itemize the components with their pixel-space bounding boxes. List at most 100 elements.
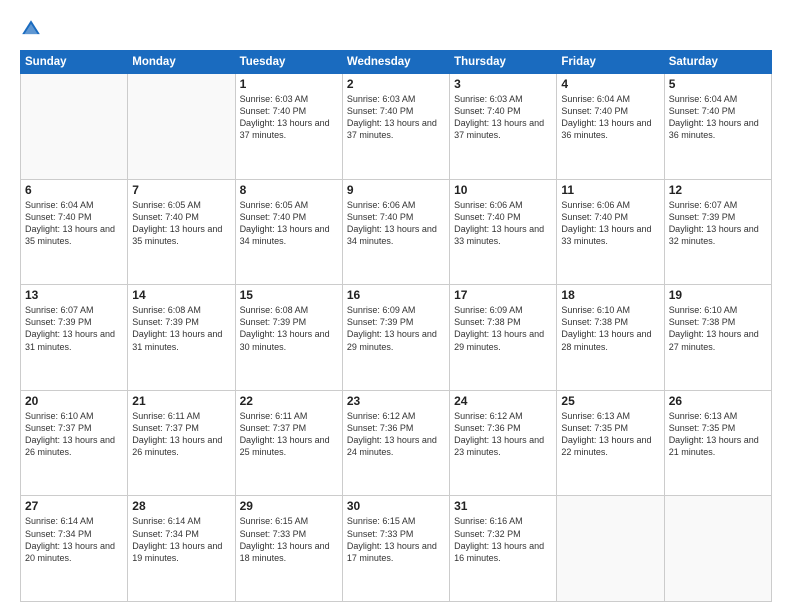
calendar-header-thursday: Thursday xyxy=(450,51,557,74)
calendar-day-5: 5Sunrise: 6:04 AM Sunset: 7:40 PM Daylig… xyxy=(664,74,771,180)
calendar-day-26: 26Sunrise: 6:13 AM Sunset: 7:35 PM Dayli… xyxy=(664,390,771,496)
day-info: Sunrise: 6:11 AM Sunset: 7:37 PM Dayligh… xyxy=(132,410,230,459)
day-info: Sunrise: 6:11 AM Sunset: 7:37 PM Dayligh… xyxy=(240,410,338,459)
day-number: 27 xyxy=(25,499,123,513)
calendar-day-24: 24 Sunrise: 6:12 AM Sunset: 7:36 PM Dayli… xyxy=(450,390,557,496)
calendar-day-28: 28 Sunrise: 6:14 AM Sunset: 7:34 PM Dayli… xyxy=(128,496,235,602)
day-info: Sunrise: 6:03 AM Sunset: 7:40 PM Dayligh… xyxy=(454,93,552,142)
day-number: 18 xyxy=(561,288,659,302)
day-info: Sunrise: 6:08 AM Sunset: 7:39 PM Dayligh… xyxy=(132,304,230,353)
calendar-day-9: 9Sunrise: 6:06 AM Sunset: 7:40 PM Daylig… xyxy=(342,179,449,285)
calendar-empty-cell xyxy=(664,496,771,602)
calendar-header-friday: Friday xyxy=(557,51,664,74)
day-number: 26 xyxy=(669,394,767,408)
calendar-day-22: 22 Sunrise: 6:11 AM Sunset: 7:37 PM Dayli… xyxy=(235,390,342,496)
day-number: 31 xyxy=(454,499,552,513)
calendar-day-7: 7 Sunrise: 6:05 AM Sunset: 7:40 PM Daylig… xyxy=(128,179,235,285)
day-info: Sunrise: 6:04 AM Sunset: 7:40 PM Dayligh… xyxy=(669,93,767,142)
calendar-week-row: 20Sunrise: 6:10 AM Sunset: 7:37 PM Dayli… xyxy=(21,390,772,496)
day-info: Sunrise: 6:08 AM Sunset: 7:39 PM Dayligh… xyxy=(240,304,338,353)
day-number: 11 xyxy=(561,183,659,197)
day-info: Sunrise: 6:10 AM Sunset: 7:37 PM Dayligh… xyxy=(25,410,123,459)
day-number: 22 xyxy=(240,394,338,408)
logo xyxy=(20,18,46,42)
calendar-empty-cell xyxy=(557,496,664,602)
day-info: Sunrise: 6:09 AM Sunset: 7:38 PM Dayligh… xyxy=(454,304,552,353)
day-number: 13 xyxy=(25,288,123,302)
day-number: 10 xyxy=(454,183,552,197)
calendar-day-16: 16 Sunrise: 6:09 AM Sunset: 7:39 PM Dayli… xyxy=(342,285,449,391)
day-number: 24 xyxy=(454,394,552,408)
calendar-day-10: 10 Sunrise: 6:06 AM Sunset: 7:40 PM Dayli… xyxy=(450,179,557,285)
calendar-header-sunday: Sunday xyxy=(21,51,128,74)
day-number: 28 xyxy=(132,499,230,513)
calendar-day-19: 19 Sunrise: 6:10 AM Sunset: 7:38 PM Dayli… xyxy=(664,285,771,391)
day-info: Sunrise: 6:12 AM Sunset: 7:36 PM Dayligh… xyxy=(454,410,552,459)
day-info: Sunrise: 6:10 AM Sunset: 7:38 PM Dayligh… xyxy=(669,304,767,353)
day-info: Sunrise: 6:05 AM Sunset: 7:40 PM Dayligh… xyxy=(132,199,230,248)
day-number: 16 xyxy=(347,288,445,302)
calendar-day-11: 11 Sunrise: 6:06 AM Sunset: 7:40 PM Dayli… xyxy=(557,179,664,285)
day-info: Sunrise: 6:04 AM Sunset: 7:40 PM Dayligh… xyxy=(561,93,659,142)
day-number: 3 xyxy=(454,77,552,91)
calendar-day-13: 13 Sunrise: 6:07 AM Sunset: 7:39 PM Dayli… xyxy=(21,285,128,391)
calendar-day-17: 17 Sunrise: 6:09 AM Sunset: 7:38 PM Dayli… xyxy=(450,285,557,391)
calendar-day-6: 6 Sunrise: 6:04 AM Sunset: 7:40 PM Daylig… xyxy=(21,179,128,285)
calendar-week-row: 27 Sunrise: 6:14 AM Sunset: 7:34 PM Dayli… xyxy=(21,496,772,602)
calendar-week-row: 1Sunrise: 6:03 AM Sunset: 7:40 PM Daylig… xyxy=(21,74,772,180)
day-info: Sunrise: 6:14 AM Sunset: 7:34 PM Dayligh… xyxy=(132,515,230,564)
calendar-day-2: 2 Sunrise: 6:03 AM Sunset: 7:40 PM Daylig… xyxy=(342,74,449,180)
calendar-day-12: 12Sunrise: 6:07 AM Sunset: 7:39 PM Dayli… xyxy=(664,179,771,285)
day-number: 23 xyxy=(347,394,445,408)
logo-icon xyxy=(20,18,42,40)
day-number: 6 xyxy=(25,183,123,197)
calendar-day-29: 29 Sunrise: 6:15 AM Sunset: 7:33 PM Dayli… xyxy=(235,496,342,602)
calendar-day-25: 25 Sunrise: 6:13 AM Sunset: 7:35 PM Dayli… xyxy=(557,390,664,496)
day-number: 29 xyxy=(240,499,338,513)
calendar-header-row: SundayMondayTuesdayWednesdayThursdayFrid… xyxy=(21,51,772,74)
day-number: 7 xyxy=(132,183,230,197)
calendar-day-21: 21 Sunrise: 6:11 AM Sunset: 7:37 PM Dayli… xyxy=(128,390,235,496)
calendar-header-tuesday: Tuesday xyxy=(235,51,342,74)
calendar-day-14: 14 Sunrise: 6:08 AM Sunset: 7:39 PM Dayli… xyxy=(128,285,235,391)
day-info: Sunrise: 6:13 AM Sunset: 7:35 PM Dayligh… xyxy=(561,410,659,459)
day-info: Sunrise: 6:12 AM Sunset: 7:36 PM Dayligh… xyxy=(347,410,445,459)
day-number: 25 xyxy=(561,394,659,408)
day-info: Sunrise: 6:06 AM Sunset: 7:40 PM Dayligh… xyxy=(454,199,552,248)
day-number: 8 xyxy=(240,183,338,197)
day-number: 14 xyxy=(132,288,230,302)
day-number: 15 xyxy=(240,288,338,302)
day-info: Sunrise: 6:09 AM Sunset: 7:39 PM Dayligh… xyxy=(347,304,445,353)
day-info: Sunrise: 6:10 AM Sunset: 7:38 PM Dayligh… xyxy=(561,304,659,353)
day-info: Sunrise: 6:06 AM Sunset: 7:40 PM Dayligh… xyxy=(347,199,445,248)
calendar-header-monday: Monday xyxy=(128,51,235,74)
day-number: 19 xyxy=(669,288,767,302)
calendar-day-23: 23 Sunrise: 6:12 AM Sunset: 7:36 PM Dayli… xyxy=(342,390,449,496)
header xyxy=(20,18,772,42)
day-number: 30 xyxy=(347,499,445,513)
day-info: Sunrise: 6:15 AM Sunset: 7:33 PM Dayligh… xyxy=(240,515,338,564)
day-info: Sunrise: 6:04 AM Sunset: 7:40 PM Dayligh… xyxy=(25,199,123,248)
calendar-week-row: 6 Sunrise: 6:04 AM Sunset: 7:40 PM Daylig… xyxy=(21,179,772,285)
day-info: Sunrise: 6:06 AM Sunset: 7:40 PM Dayligh… xyxy=(561,199,659,248)
page: SundayMondayTuesdayWednesdayThursdayFrid… xyxy=(0,0,792,612)
day-number: 17 xyxy=(454,288,552,302)
calendar-day-30: 30 Sunrise: 6:15 AM Sunset: 7:33 PM Dayli… xyxy=(342,496,449,602)
day-info: Sunrise: 6:15 AM Sunset: 7:33 PM Dayligh… xyxy=(347,515,445,564)
day-number: 21 xyxy=(132,394,230,408)
calendar-header-saturday: Saturday xyxy=(664,51,771,74)
day-info: Sunrise: 6:05 AM Sunset: 7:40 PM Dayligh… xyxy=(240,199,338,248)
day-info: Sunrise: 6:16 AM Sunset: 7:32 PM Dayligh… xyxy=(454,515,552,564)
day-info: Sunrise: 6:03 AM Sunset: 7:40 PM Dayligh… xyxy=(347,93,445,142)
calendar-table: SundayMondayTuesdayWednesdayThursdayFrid… xyxy=(20,50,772,602)
calendar-day-18: 18 Sunrise: 6:10 AM Sunset: 7:38 PM Dayli… xyxy=(557,285,664,391)
day-info: Sunrise: 6:14 AM Sunset: 7:34 PM Dayligh… xyxy=(25,515,123,564)
calendar-day-15: 15 Sunrise: 6:08 AM Sunset: 7:39 PM Dayli… xyxy=(235,285,342,391)
calendar-day-3: 3 Sunrise: 6:03 AM Sunset: 7:40 PM Daylig… xyxy=(450,74,557,180)
calendar-day-4: 4 Sunrise: 6:04 AM Sunset: 7:40 PM Daylig… xyxy=(557,74,664,180)
calendar-day-31: 31 Sunrise: 6:16 AM Sunset: 7:32 PM Dayli… xyxy=(450,496,557,602)
day-info: Sunrise: 6:07 AM Sunset: 7:39 PM Dayligh… xyxy=(25,304,123,353)
day-number: 2 xyxy=(347,77,445,91)
calendar-day-20: 20Sunrise: 6:10 AM Sunset: 7:37 PM Dayli… xyxy=(21,390,128,496)
day-number: 4 xyxy=(561,77,659,91)
